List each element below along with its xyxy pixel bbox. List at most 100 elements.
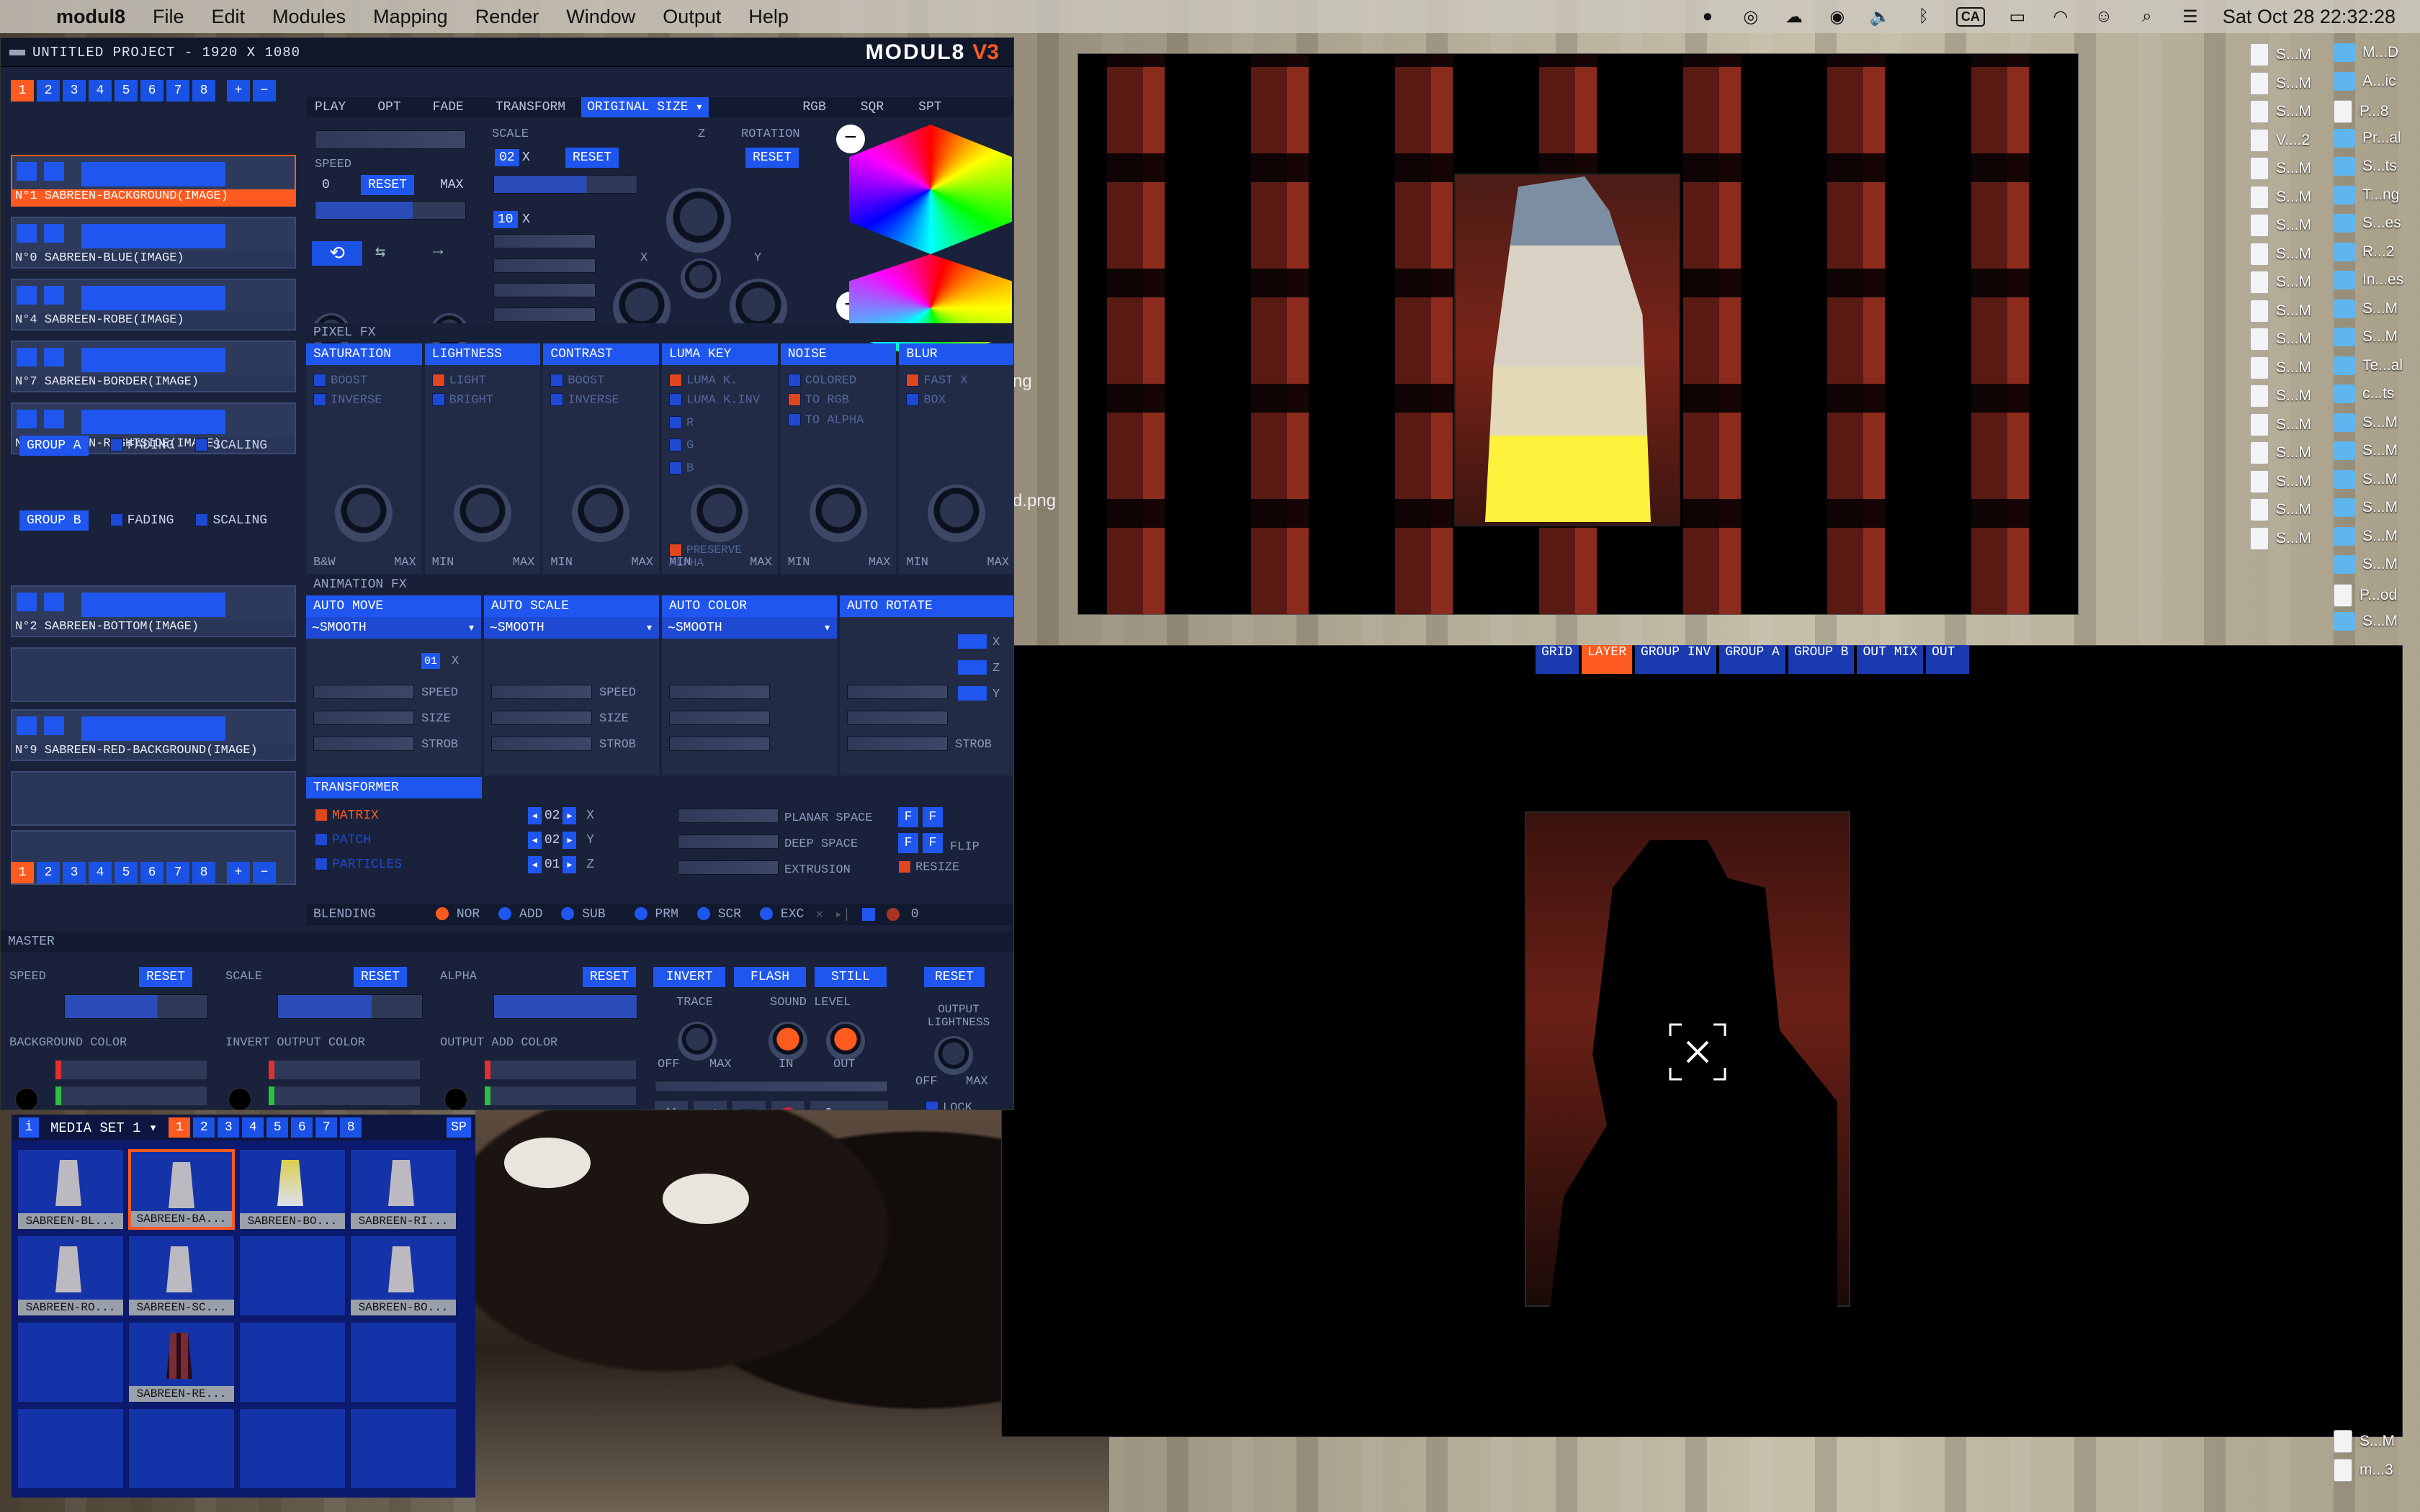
anim-speed-slider[interactable] bbox=[847, 685, 948, 699]
desktop-folder-icon[interactable]: S...M bbox=[2334, 498, 2398, 517]
fx-option-a[interactable]: COLORED bbox=[787, 374, 889, 387]
anim-speed-slider[interactable] bbox=[313, 685, 414, 699]
menu-file[interactable]: File bbox=[153, 6, 184, 28]
sound-in-knob[interactable] bbox=[768, 1022, 807, 1061]
anim-size-slider[interactable] bbox=[847, 711, 948, 725]
layer-slot[interactable]: N°9 SABREEN-RED-BACKGROUND(IMAGE) bbox=[11, 709, 296, 761]
step-icon[interactable]: ▸| bbox=[835, 906, 851, 922]
media-cell[interactable]: SABREEN-SC... bbox=[128, 1236, 235, 1316]
color-swatch[interactable] bbox=[444, 1088, 467, 1110]
pos-slider-1[interactable] bbox=[493, 234, 596, 248]
anim-mode-dropdown[interactable]: ∼ SMOOTH ▾ bbox=[306, 617, 481, 639]
output-lightness-knob[interactable] bbox=[934, 1036, 973, 1075]
media-tab-8[interactable]: 8 bbox=[340, 1117, 362, 1138]
layer-tab-8[interactable]: 8 bbox=[192, 862, 215, 883]
input-source[interactable]: CA bbox=[1955, 6, 1985, 27]
desktop-file-icon[interactable]: S...M bbox=[2250, 214, 2311, 237]
menu-output[interactable]: Output bbox=[663, 6, 721, 28]
cloud-icon[interactable]: ☁ bbox=[1783, 6, 1805, 27]
layer-tab-8[interactable]: 8 bbox=[192, 80, 215, 102]
resize-option[interactable]: RESIZE bbox=[898, 860, 959, 874]
media-bin[interactable]: i MEDIA SET 1 ▾ 12345678 SP SABREEN-BL..… bbox=[12, 1115, 475, 1498]
desktop-folder-icon[interactable]: S...es bbox=[2334, 214, 2401, 233]
rgb-color-cube-top[interactable] bbox=[849, 125, 1012, 254]
lock-checkbox[interactable]: LOCK bbox=[926, 1101, 972, 1110]
tab-rgb[interactable]: RGB bbox=[802, 100, 825, 114]
anim-size-slider[interactable] bbox=[669, 711, 770, 725]
menu-icon[interactable] bbox=[9, 49, 25, 55]
layer-tab-2[interactable]: 2 bbox=[37, 80, 60, 102]
media-tab-3[interactable]: 3 bbox=[218, 1117, 240, 1138]
media-cell[interactable] bbox=[128, 1408, 235, 1489]
desktop-file-icon[interactable]: S...M bbox=[2250, 441, 2311, 464]
luma-channel-b[interactable]: B bbox=[669, 461, 771, 475]
master-speed-slider[interactable] bbox=[64, 994, 208, 1019]
media-cell[interactable]: SABREEN-RI... bbox=[350, 1149, 457, 1230]
scaling-b[interactable]: SCALING bbox=[195, 513, 267, 528]
flip-f3[interactable]: F bbox=[898, 833, 918, 853]
solo-toggle[interactable] bbox=[44, 716, 64, 735]
empty-layer-slot[interactable] bbox=[11, 647, 296, 702]
fx-amount-knob[interactable] bbox=[572, 485, 630, 542]
fx-option-a[interactable]: FAST X bbox=[906, 374, 1008, 387]
master-scale-slider[interactable] bbox=[277, 994, 423, 1019]
fx-amount-knob[interactable] bbox=[335, 485, 393, 542]
tab-group-inv[interactable]: GROUP INV bbox=[1635, 645, 1717, 674]
master-alpha-slider[interactable] bbox=[493, 994, 637, 1019]
flip-f2[interactable]: F bbox=[923, 807, 943, 827]
minus-icon[interactable]: − bbox=[836, 125, 865, 153]
master-speed-reset[interactable]: RESET bbox=[139, 967, 193, 987]
menu-mapping[interactable]: Mapping bbox=[373, 6, 448, 28]
desktop-file-icon[interactable]: S...M bbox=[2250, 469, 2311, 493]
scale-value[interactable]: 02 bbox=[495, 149, 519, 166]
patch-option[interactable]: PATCH bbox=[315, 833, 371, 847]
matrix-option[interactable]: MATRIX bbox=[315, 809, 379, 823]
add-layer-icon[interactable]: + bbox=[227, 862, 250, 883]
fx-option-b[interactable]: BOX bbox=[906, 393, 1008, 408]
layer-preview-window[interactable] bbox=[1077, 53, 2079, 615]
tab-fade[interactable]: FADE bbox=[433, 100, 464, 114]
loop-icon[interactable]: ⟲ bbox=[312, 241, 362, 266]
forward-icon[interactable]: → bbox=[433, 241, 476, 266]
media-set-dropdown[interactable]: MEDIA SET 1 ▾ bbox=[50, 1120, 157, 1136]
pixel-fx-header[interactable]: SATURATION bbox=[306, 343, 422, 365]
fx-option-b[interactable]: INVERSE bbox=[550, 393, 652, 408]
desktop-file-icon[interactable]: S...M bbox=[2250, 384, 2311, 408]
pixel-fx-header[interactable]: BLUR bbox=[899, 343, 1013, 365]
fx-option-a[interactable]: LUMA K. bbox=[669, 374, 771, 387]
rotate-z-toggle[interactable] bbox=[958, 660, 987, 675]
desktop-file-icon[interactable]: S...M bbox=[2250, 299, 2311, 323]
layer-tab-7[interactable]: 7 bbox=[166, 80, 189, 102]
anim-speed-slider[interactable] bbox=[669, 685, 770, 699]
desktop-folder-icon[interactable]: M...D bbox=[2334, 43, 2398, 62]
fx-option-b[interactable]: LUMA K.INV bbox=[669, 393, 771, 408]
trace-knob[interactable] bbox=[678, 1022, 717, 1061]
desktop-folder-icon[interactable]: S...ts bbox=[2334, 157, 2397, 176]
sound-out-knob[interactable] bbox=[826, 1022, 865, 1061]
wifi-icon[interactable]: ◠ bbox=[2050, 6, 2071, 27]
layer-alpha-bar[interactable] bbox=[81, 348, 225, 372]
tab-spt[interactable]: SPT bbox=[918, 100, 941, 114]
color-swatch[interactable] bbox=[228, 1088, 251, 1110]
extrusion-slider[interactable] bbox=[678, 860, 779, 875]
anim-strob-slider[interactable] bbox=[669, 737, 770, 751]
layer-tab-3[interactable]: 3 bbox=[63, 80, 86, 102]
desktop-folder-icon[interactable]: S...M bbox=[2334, 469, 2398, 489]
anim-fx-header[interactable]: AUTO SCALE bbox=[484, 595, 659, 617]
rotation-reset-button[interactable]: RESET bbox=[745, 148, 799, 168]
blend-exc[interactable]: EXC bbox=[760, 907, 804, 922]
menu-window[interactable]: Window bbox=[566, 6, 635, 28]
menu-edit[interactable]: Edit bbox=[212, 6, 246, 28]
desktop-file-icon[interactable]: S...M bbox=[2250, 526, 2311, 550]
solo-toggle[interactable] bbox=[44, 593, 64, 611]
luma-channel-g[interactable]: G bbox=[669, 438, 771, 453]
speed-reset-button[interactable]: RESET bbox=[361, 175, 415, 195]
transformer-y-stepper[interactable]: ◂ 02 ▸ Y bbox=[528, 832, 594, 849]
deep-slider[interactable] bbox=[678, 834, 779, 849]
blend-add[interactable]: ADD bbox=[498, 907, 542, 922]
luma-channel-r[interactable]: R bbox=[669, 415, 771, 430]
layer-alpha-bar[interactable] bbox=[81, 162, 225, 186]
close-icon[interactable]: ✕ bbox=[815, 906, 823, 922]
planar-slider[interactable] bbox=[678, 809, 779, 823]
evernote-icon[interactable]: ● bbox=[1697, 6, 1718, 27]
